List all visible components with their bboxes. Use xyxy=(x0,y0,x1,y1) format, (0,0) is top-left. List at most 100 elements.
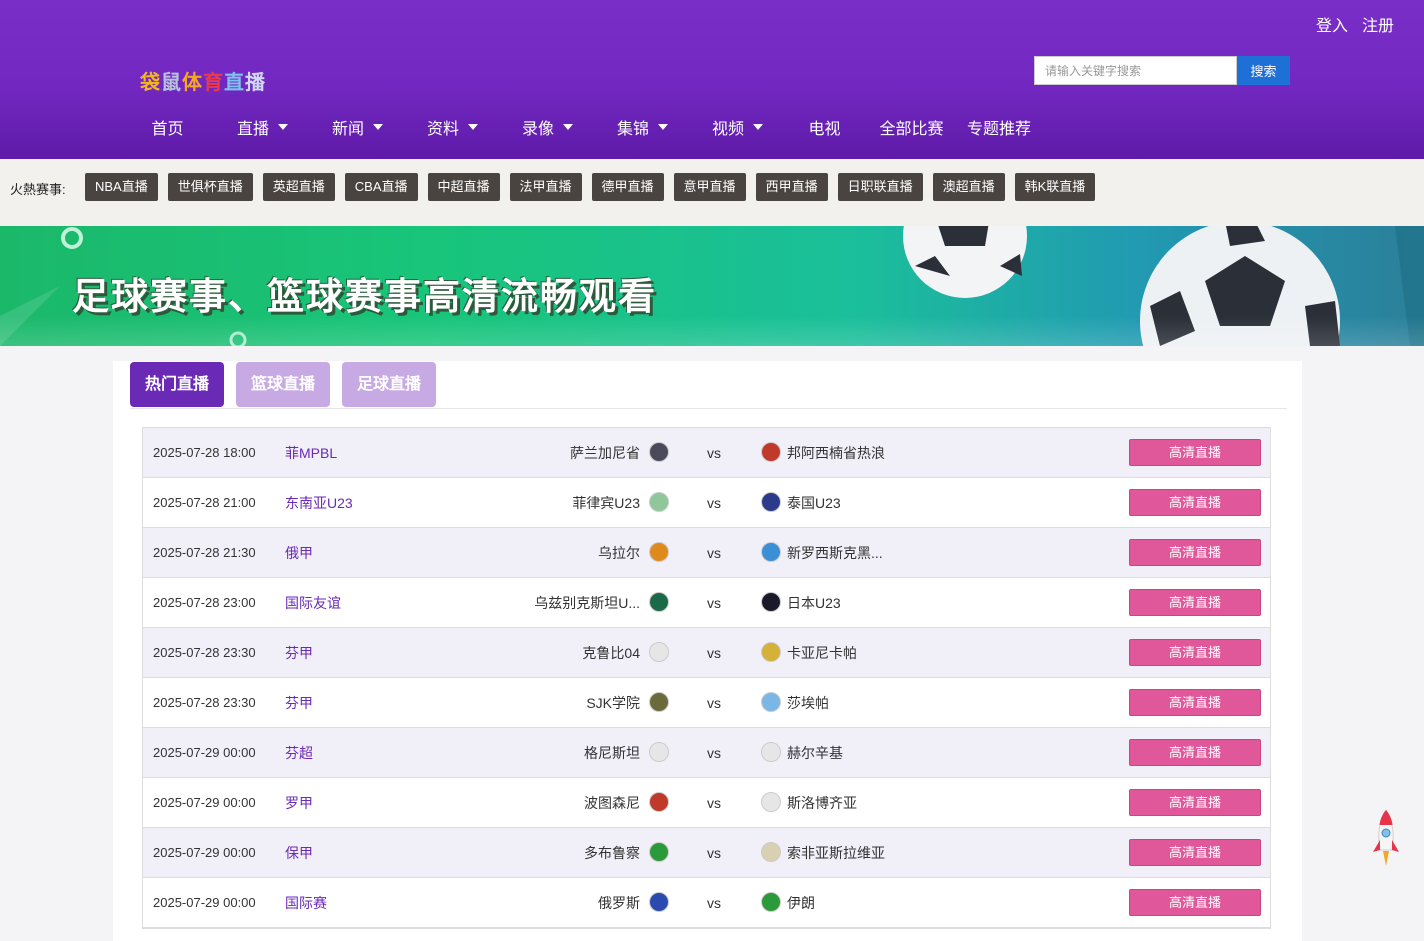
away-team-logo-icon xyxy=(761,692,781,712)
hot-event-tag[interactable]: CBA直播 xyxy=(344,173,418,201)
vs-label: vs xyxy=(707,545,721,561)
back-to-top-rocket-icon[interactable] xyxy=(1372,808,1400,868)
vs-label: vs xyxy=(707,445,721,461)
home-team-logo-icon xyxy=(649,442,669,462)
search-input[interactable] xyxy=(1034,56,1237,85)
hot-event-tag[interactable]: 法甲直播 xyxy=(509,173,582,201)
logo-char: 袋 xyxy=(140,72,161,94)
hot-event-tag[interactable]: 意甲直播 xyxy=(673,173,746,201)
away-team-logo-icon xyxy=(761,892,781,912)
home-team-name: 乌兹别克斯坦U... xyxy=(534,595,640,611)
match-row: 2025-07-29 00:00 国际赛 俄罗斯 vs 伊朗 高清直播 xyxy=(143,878,1270,928)
caret-down-icon xyxy=(278,124,288,130)
hot-event-tag[interactable]: 韩K联直播 xyxy=(1014,173,1096,201)
nav-item[interactable]: 集锦 xyxy=(595,114,690,140)
soccer-ball-icon xyxy=(903,226,1027,298)
match-league[interactable]: 东南亚U23 xyxy=(285,493,353,513)
match-row: 2025-07-28 23:30 芬甲 克鲁比04 vs 卡亚尼卡帕 高清直播 xyxy=(143,628,1270,678)
home-team-logo-icon xyxy=(649,492,669,512)
nav-item-label: 录像 xyxy=(521,121,554,138)
tabs-divider xyxy=(130,408,1287,409)
hot-event-tag[interactable]: NBA直播 xyxy=(85,173,158,201)
nav-item[interactable]: 直播 xyxy=(215,114,310,140)
nav-item[interactable]: 电视 xyxy=(785,114,864,140)
hd-live-button[interactable]: 高清直播 xyxy=(1129,739,1261,766)
match-row: 2025-07-28 23:00 国际友谊 乌兹别克斯坦U... vs 日本U23 高清直… xyxy=(143,578,1270,628)
search-button[interactable]: 搜索 xyxy=(1237,56,1290,85)
live-tab[interactable]: 篮球直播 xyxy=(236,362,330,407)
login-link[interactable]: 登入 xyxy=(1316,12,1348,36)
away-team-logo-icon xyxy=(761,592,781,612)
match-league[interactable]: 芬甲 xyxy=(285,693,313,713)
hd-live-button[interactable]: 高清直播 xyxy=(1129,439,1261,466)
hd-live-button[interactable]: 高清直播 xyxy=(1129,689,1261,716)
hd-live-button[interactable]: 高清直播 xyxy=(1129,839,1261,866)
home-team-name: 克鲁比04 xyxy=(582,645,640,661)
live-tab[interactable]: 足球直播 xyxy=(342,362,436,407)
vs-label: vs xyxy=(707,845,721,861)
vs-label: vs xyxy=(707,495,721,511)
hot-event-tag[interactable]: 日职联直播 xyxy=(837,173,923,201)
hot-event-tag[interactable]: 中超直播 xyxy=(427,173,500,201)
hd-live-button[interactable]: 高清直播 xyxy=(1129,889,1261,916)
away-team-name: 赫尔辛基 xyxy=(787,745,843,761)
home-team-logo-icon xyxy=(649,692,669,712)
match-league[interactable]: 国际赛 xyxy=(285,893,327,913)
match-row: 2025-07-29 00:00 罗甲 波图森尼 vs 斯洛博齐亚 高清直播 xyxy=(143,778,1270,828)
nav-item[interactable]: 全部比赛 xyxy=(864,114,959,140)
home-team-name: 萨兰加尼省 xyxy=(570,445,640,461)
auth-links: 登入 注册 xyxy=(1316,12,1394,36)
hot-event-tag[interactable]: 澳超直播 xyxy=(932,173,1005,201)
match-time: 2025-07-28 21:30 xyxy=(153,545,256,560)
hd-live-button[interactable]: 高清直播 xyxy=(1129,639,1261,666)
match-row: 2025-07-29 00:00 芬超 格尼斯坦 vs 赫尔辛基 高清直播 xyxy=(143,728,1270,778)
search-bar: 搜索 xyxy=(1034,56,1290,85)
hot-event-tag[interactable]: 德甲直播 xyxy=(591,173,664,201)
match-league[interactable]: 国际友谊 xyxy=(285,593,341,613)
nav-item[interactable]: 首页 xyxy=(120,114,215,140)
live-tab[interactable]: 热门直播 xyxy=(130,362,224,407)
away-team-name: 卡亚尼卡帕 xyxy=(787,645,857,661)
register-link[interactable]: 注册 xyxy=(1362,12,1394,36)
hd-live-button[interactable]: 高清直播 xyxy=(1129,789,1261,816)
home-team-name: 波图森尼 xyxy=(584,795,640,811)
nav-item[interactable]: 录像 xyxy=(500,114,595,140)
hot-events-bar: 火熱赛事: NBA直播 世俱杯直播 英超直播 CBA直播 中超直播 法甲直播 德甲直播 意甲直… xyxy=(0,159,1424,226)
live-panel: 热门直播 篮球直播 足球直播 2025-07-28 18:00 菲MPBL 萨兰加尼省 v… xyxy=(113,361,1302,941)
match-league[interactable]: 芬甲 xyxy=(285,643,313,663)
home-team-logo-icon xyxy=(649,742,669,762)
nav-item[interactable]: 资料 xyxy=(405,114,500,140)
away-team-name: 泰国U23 xyxy=(787,495,841,511)
logo-char: 育 xyxy=(203,72,224,94)
away-team-logo-icon xyxy=(761,792,781,812)
home-team-name: 乌拉尔 xyxy=(598,545,640,561)
match-league[interactable]: 芬超 xyxy=(285,743,313,763)
match-league[interactable]: 菲MPBL xyxy=(285,443,337,463)
nav-item[interactable]: 视频 xyxy=(690,114,785,140)
home-team-name: 菲律宾U23 xyxy=(572,495,640,511)
hot-event-tag[interactable]: 英超直播 xyxy=(262,173,335,201)
nav-item-label: 电视 xyxy=(808,121,841,138)
match-league[interactable]: 俄甲 xyxy=(285,543,313,563)
nav-item[interactable]: 专题推荐 xyxy=(959,114,1039,140)
live-tabs: 热门直播 篮球直播 足球直播 xyxy=(130,362,436,407)
hd-live-button[interactable]: 高清直播 xyxy=(1129,489,1261,516)
away-team-name: 邦阿西楠省热浪 xyxy=(787,445,885,461)
caret-down-icon xyxy=(658,124,668,130)
match-league[interactable]: 罗甲 xyxy=(285,793,313,813)
hot-events-tags: NBA直播 世俱杯直播 英超直播 CBA直播 中超直播 法甲直播 德甲直播 意甲直播 西甲直播日… xyxy=(85,173,1096,201)
nav-item-label: 资料 xyxy=(426,121,459,138)
hd-live-button[interactable]: 高清直播 xyxy=(1129,539,1261,566)
home-team-logo-icon xyxy=(649,542,669,562)
hot-event-tag[interactable]: 西甲直播 xyxy=(755,173,828,201)
hot-event-tag[interactable]: 世俱杯直播 xyxy=(167,173,253,201)
away-team-name: 斯洛博齐亚 xyxy=(787,795,857,811)
nav-item[interactable]: 新闻 xyxy=(310,114,405,140)
away-team-name: 莎埃帕 xyxy=(787,695,829,711)
site-logo[interactable]: 袋鼠体育直播 xyxy=(140,66,266,95)
home-team-name: SJK学院 xyxy=(586,695,640,711)
nav-item-label: 集锦 xyxy=(616,121,649,138)
match-league[interactable]: 保甲 xyxy=(285,843,313,863)
away-team-logo-icon xyxy=(761,492,781,512)
hd-live-button[interactable]: 高清直播 xyxy=(1129,589,1261,616)
